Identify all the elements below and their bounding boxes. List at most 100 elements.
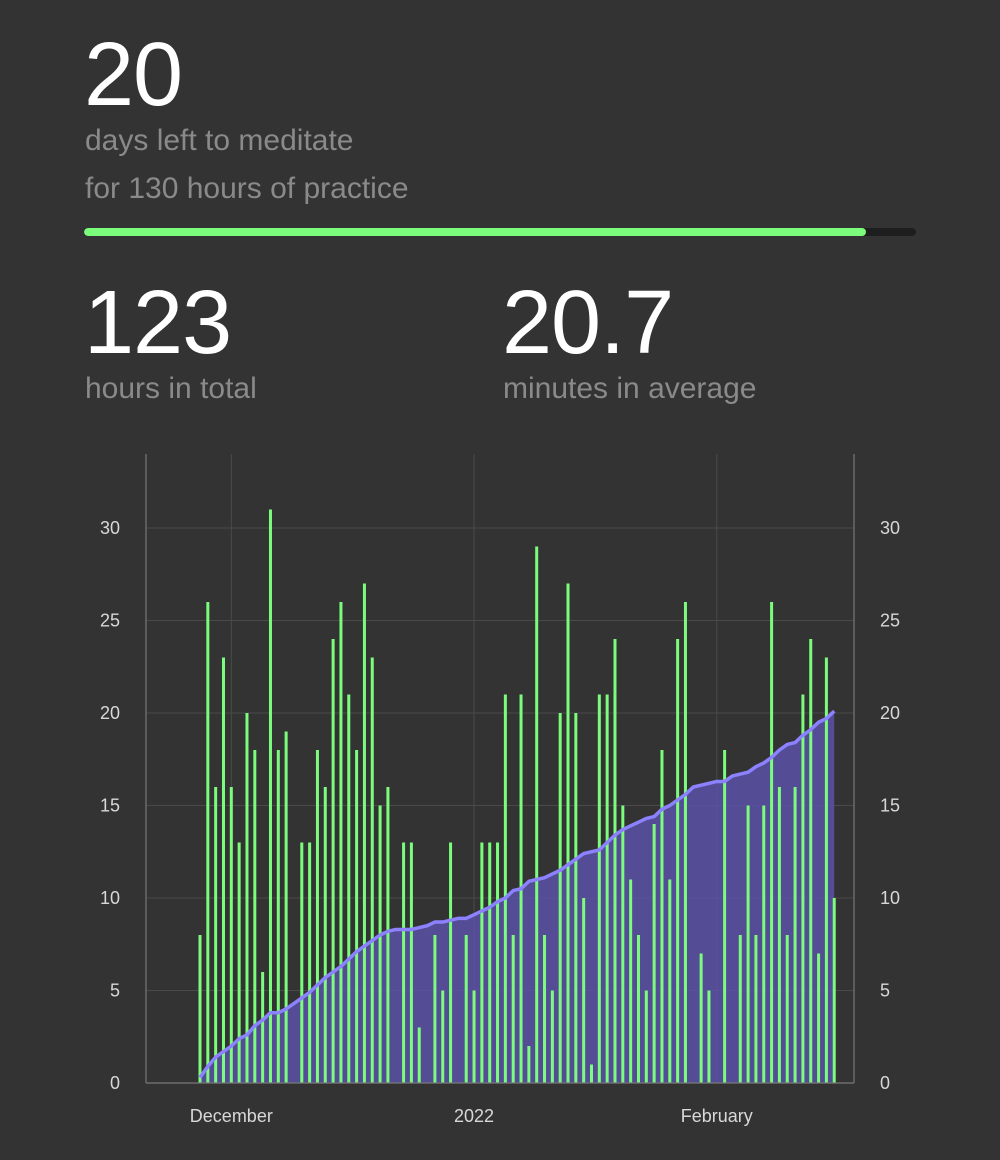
y-tick-right: 20 — [880, 703, 900, 723]
daily-bar — [605, 694, 609, 1083]
daily-bar — [644, 990, 648, 1083]
daily-bar — [636, 935, 640, 1083]
daily-bar — [237, 842, 241, 1083]
daily-bar — [214, 787, 218, 1083]
daily-bar — [433, 935, 437, 1083]
y-tick-right: 0 — [880, 1073, 890, 1093]
daily-bar — [777, 787, 781, 1083]
daily-bar — [809, 639, 813, 1083]
progress-bar — [84, 228, 916, 236]
daily-bar — [582, 898, 586, 1083]
daily-bar — [652, 824, 656, 1083]
daily-bar — [472, 990, 476, 1083]
daily-bar — [723, 750, 727, 1083]
daily-bar — [629, 879, 633, 1083]
daily-bar — [793, 787, 797, 1083]
daily-bar — [221, 657, 225, 1083]
daily-bar — [770, 602, 774, 1083]
daily-bar — [347, 694, 351, 1083]
daily-bar — [449, 842, 453, 1083]
meditation-stats-page: 20 days left to meditate for 130 hours o… — [0, 0, 1000, 1160]
daily-bar — [417, 1027, 421, 1083]
y-tick-left: 30 — [100, 518, 120, 538]
daily-bar — [206, 602, 210, 1083]
daily-bar — [198, 935, 202, 1083]
daily-bar — [355, 750, 359, 1083]
daily-bar — [370, 657, 374, 1083]
daily-bar — [503, 694, 507, 1083]
daily-bar — [668, 879, 672, 1083]
y-tick-right: 30 — [880, 518, 900, 538]
y-tick-right: 15 — [880, 796, 900, 816]
daily-bar — [817, 953, 821, 1083]
x-tick-label: February — [681, 1106, 753, 1126]
daily-bar — [574, 713, 578, 1083]
daily-bar — [268, 509, 272, 1083]
daily-bar — [323, 787, 327, 1083]
daily-bar — [824, 657, 828, 1083]
daily-bar — [315, 750, 319, 1083]
daily-bar — [762, 805, 766, 1083]
daily-bar — [738, 935, 742, 1083]
daily-bar — [660, 750, 664, 1083]
x-tick-label: 2022 — [454, 1106, 494, 1126]
average-minutes-value: 20.7 — [502, 273, 674, 373]
y-tick-left: 10 — [100, 888, 120, 908]
daily-bar — [276, 750, 280, 1083]
daily-bar — [527, 1046, 531, 1083]
total-hours-value: 123 — [84, 273, 232, 373]
daily-bar — [676, 639, 680, 1083]
days-left-value: 20 — [84, 25, 183, 125]
daily-bar — [566, 583, 570, 1083]
daily-bar — [746, 805, 750, 1083]
y-tick-right: 25 — [880, 611, 900, 631]
practice-goal-caption: for 130 hours of practice — [85, 172, 409, 205]
daily-bar — [300, 842, 304, 1083]
daily-bar — [284, 731, 288, 1083]
daily-bar — [480, 842, 484, 1083]
daily-bar — [464, 935, 468, 1083]
daily-bar — [488, 842, 492, 1083]
daily-bar — [261, 972, 265, 1083]
daily-bar — [699, 953, 703, 1083]
daily-bar — [511, 935, 515, 1083]
daily-bar — [621, 805, 625, 1083]
y-tick-left: 20 — [100, 703, 120, 723]
daily-bar — [754, 935, 758, 1083]
daily-bar — [378, 805, 382, 1083]
daily-bar — [308, 842, 312, 1083]
days-left-caption: days left to meditate — [85, 124, 354, 157]
daily-bar — [386, 787, 390, 1083]
daily-bar — [558, 713, 562, 1083]
daily-bar — [683, 602, 687, 1083]
daily-bar — [550, 990, 554, 1083]
y-tick-left: 15 — [100, 796, 120, 816]
y-tick-left: 0 — [110, 1073, 120, 1093]
daily-bar — [331, 639, 335, 1083]
y-tick-right: 5 — [880, 981, 890, 1001]
y-tick-left: 25 — [100, 611, 120, 631]
total-hours-label: hours in total — [85, 372, 257, 405]
daily-bar — [253, 750, 257, 1083]
daily-bar — [801, 694, 805, 1083]
daily-bar — [496, 842, 500, 1083]
daily-bar — [229, 787, 233, 1083]
daily-bar — [409, 842, 413, 1083]
daily-bar — [543, 935, 547, 1083]
average-minutes-label: minutes in average — [503, 372, 757, 405]
y-tick-right: 10 — [880, 888, 900, 908]
daily-bar — [402, 842, 406, 1083]
progress-bar-fill — [84, 228, 867, 236]
daily-bar — [245, 713, 249, 1083]
daily-bar — [707, 990, 711, 1083]
x-tick-label: December — [190, 1106, 273, 1126]
daily-bar — [597, 694, 601, 1083]
daily-bar — [590, 1064, 593, 1083]
daily-bar — [339, 602, 343, 1083]
daily-bar — [535, 546, 539, 1083]
daily-bar — [362, 583, 366, 1083]
y-tick-left: 5 — [110, 981, 120, 1001]
daily-bar — [832, 898, 836, 1083]
daily-bar — [441, 990, 445, 1083]
meditation-chart: 0 5 10 15 20 25 30 0 5 10 15 20 25 30 December 2022 Febr… — [100, 454, 900, 1126]
